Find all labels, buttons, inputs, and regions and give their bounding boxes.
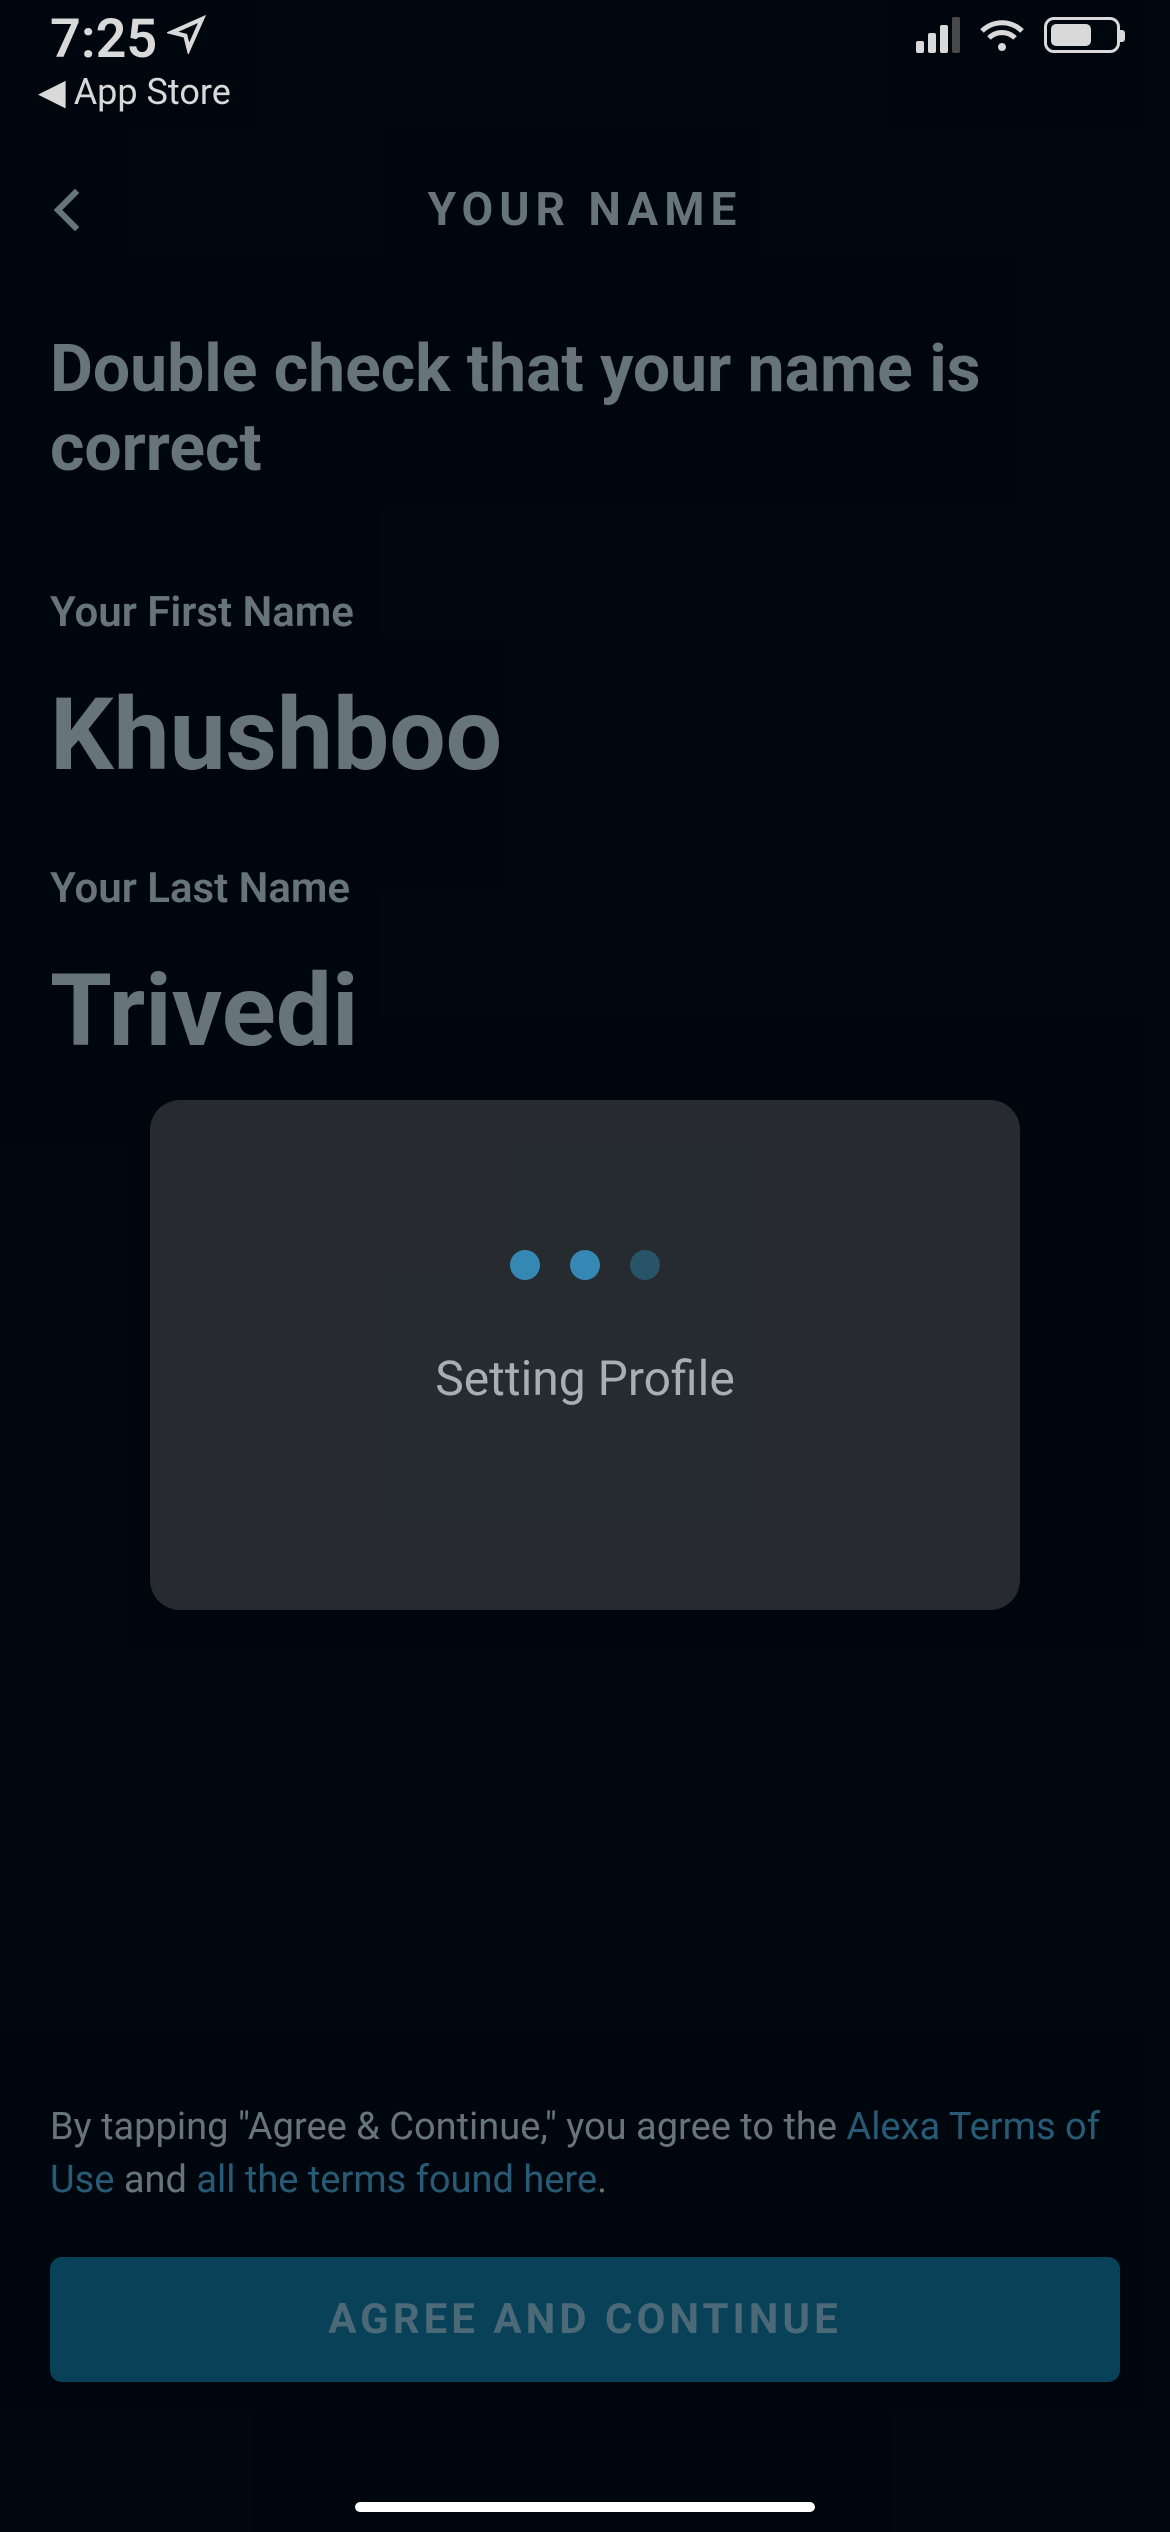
status-time: 7:25 <box>50 8 231 71</box>
page-title: YOUR NAME <box>428 183 743 237</box>
main-content: Double check that your name is correct Y… <box>0 330 1170 1070</box>
last-name-field[interactable]: Trivedi <box>50 953 1120 1070</box>
last-name-label: Your Last Name <box>50 864 1120 913</box>
first-name-field[interactable]: Khushboo <box>50 677 1120 794</box>
nav-header: YOUR NAME <box>0 150 1170 270</box>
terms-pre: By tapping "Agree & Continue," you agree… <box>50 2105 846 2149</box>
loading-dots-icon <box>510 1250 660 1280</box>
back-to-app-store[interactable]: ◀ App Store <box>38 71 231 113</box>
location-arrow-icon <box>167 13 207 65</box>
wifi-icon <box>978 15 1026 55</box>
back-triangle-icon: ◀ <box>38 71 66 113</box>
agree-button-label: AGREE AND CONTINUE <box>328 2295 841 2344</box>
first-name-label: Your First Name <box>50 588 1120 637</box>
status-bar: 7:25 ◀ App Store <box>0 0 1170 100</box>
terms-end: . <box>597 2158 607 2202</box>
terms-text: By tapping "Agree & Continue," you agree… <box>50 2101 1120 2207</box>
modal-message: Setting Profile <box>435 1350 735 1407</box>
page-heading: Double check that your name is correct <box>50 330 1120 488</box>
bottom-section: By tapping "Agree & Continue," you agree… <box>50 2101 1120 2382</box>
status-icons <box>916 15 1120 55</box>
back-button[interactable] <box>50 180 100 240</box>
cellular-signal-icon <box>916 17 960 53</box>
home-indicator[interactable] <box>355 2502 815 2512</box>
all-terms-link[interactable]: all the terms found here <box>196 2158 597 2202</box>
back-app-label: App Store <box>74 71 231 113</box>
time-value: 7:25 <box>50 8 157 71</box>
loading-modal: Setting Profile <box>150 1100 1020 1610</box>
chevron-left-icon <box>54 189 96 231</box>
agree-continue-button[interactable]: AGREE AND CONTINUE <box>50 2257 1120 2382</box>
terms-mid: and <box>114 2158 196 2202</box>
battery-icon <box>1044 17 1120 53</box>
